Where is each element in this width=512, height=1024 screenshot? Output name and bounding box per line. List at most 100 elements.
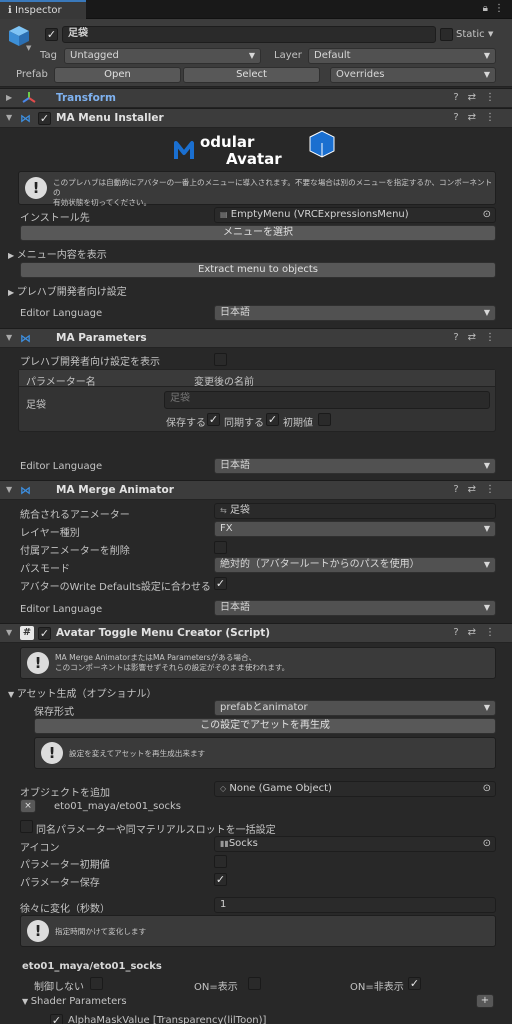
- gradual-help-box: ! 指定時間かけて変化します: [20, 915, 496, 947]
- install-to-field[interactable]: ▤ EmptyMenu (VRCExpressionsMenu) ⊙: [214, 207, 496, 223]
- static-checkbox[interactable]: [440, 28, 453, 41]
- add-shader-param-button[interactable]: +: [476, 994, 494, 1008]
- tag-dropdown[interactable]: Untagged ▼: [64, 48, 261, 64]
- component-header-icons[interactable]: ?⇄⋮: [453, 332, 504, 343]
- save-checkbox[interactable]: ✓: [207, 413, 220, 426]
- info-bang-icon: !: [41, 742, 63, 764]
- save-format-dropdown[interactable]: prefabとanimator ▼: [214, 700, 496, 716]
- prefab-open-button[interactable]: Open: [54, 67, 181, 83]
- prefab-select-button[interactable]: Select: [183, 67, 320, 83]
- on-show-checkbox[interactable]: [248, 977, 261, 990]
- path-mode-label: パスモード: [20, 564, 70, 575]
- col-param-name: パラメーター名: [26, 377, 96, 388]
- batch-label: 同名パラメーターや同マテリアルスロットを一括設定: [36, 825, 276, 836]
- shader-params-foldout[interactable]: ▼ Shader Parameters: [22, 996, 127, 1007]
- object-picker-icon[interactable]: ⊙: [483, 837, 491, 851]
- no-control-label: 制御しない: [34, 982, 84, 993]
- editor-language-dropdown[interactable]: 日本語 ▼: [214, 305, 496, 321]
- gradual-input[interactable]: 1: [214, 897, 496, 913]
- write-defaults-checkbox[interactable]: ✓: [214, 577, 227, 590]
- icon-label: アイコン: [20, 843, 60, 854]
- add-object-label: オブジェクトを追加: [20, 788, 110, 799]
- default-checkbox[interactable]: [318, 413, 331, 426]
- icon-field[interactable]: ▮▮Socks ⊙: [214, 836, 496, 852]
- alpha-mask-label: AlphaMaskValue [Transparency(lilToon)]: [68, 1015, 267, 1024]
- transform-title: Transform: [56, 92, 116, 104]
- logo-bottom: Avatar: [226, 150, 282, 168]
- layer-type-dropdown[interactable]: FX ▼: [214, 521, 496, 537]
- param-save-label: パラメーター保存: [20, 878, 100, 889]
- install-to-label: インストール先: [20, 213, 90, 224]
- menu-installer-help-box: ! このプレハブは自動的にアバターの一番上のメニューに導入されます。不要な場合は…: [18, 171, 496, 207]
- show-menu-contents-foldout[interactable]: ▶ メニュー内容を表示: [8, 246, 107, 261]
- extract-menu-button[interactable]: Extract menu to objects: [20, 262, 496, 278]
- sync-checkbox[interactable]: ✓: [266, 413, 279, 426]
- editor-language-dropdown[interactable]: 日本語 ▼: [214, 600, 496, 616]
- regen-help-box: ! 設定を変えてアセットを再生成出来ます: [34, 737, 496, 769]
- show-dev-settings-checkbox[interactable]: [214, 353, 227, 366]
- component-header-icons[interactable]: ?⇄⋮: [453, 92, 504, 103]
- tag-value: Untagged: [70, 50, 119, 61]
- object-picker-icon[interactable]: ⊙: [483, 208, 491, 222]
- component-header-icons[interactable]: ?⇄⋮: [453, 112, 504, 123]
- tab-inspector[interactable]: ℹ Inspector: [0, 0, 86, 19]
- toggle-creator-enabled-checkbox[interactable]: ✓: [38, 627, 51, 640]
- prefab-dev-settings-foldout[interactable]: ▶ プレハブ開発者向け設定: [8, 283, 127, 298]
- merge-animator-header[interactable]: ▼ ⋈ MA Merge Animator ?⇄⋮: [0, 480, 512, 500]
- no-control-checkbox[interactable]: [90, 977, 103, 990]
- active-checkbox[interactable]: ✓: [45, 28, 58, 41]
- alpha-mask-checkbox[interactable]: ✓: [50, 1014, 63, 1024]
- help-line-1: MA Merge AnimatorまたはMA Parametersがある場合、: [55, 653, 257, 662]
- on-hide-checkbox[interactable]: ✓: [408, 977, 421, 990]
- chevron-down-icon: ▼: [483, 603, 490, 612]
- param-default-checkbox[interactable]: [214, 855, 227, 868]
- editor-language-value: 日本語: [220, 307, 250, 318]
- transform-header[interactable]: ▶ Transform ?⇄⋮: [0, 88, 512, 108]
- select-menu-button[interactable]: メニューを選択: [20, 225, 496, 241]
- editor-language-value: 日本語: [220, 460, 250, 471]
- tab-bar: ℹ Inspector 🔒︎ ⋮: [0, 0, 512, 19]
- show-menu-contents-label: メニュー内容を表示: [16, 250, 107, 261]
- object-name-field[interactable]: 足袋: [62, 26, 436, 43]
- menu-installer-header[interactable]: ▼ ⋈ ✓ MA Menu Installer ?⇄⋮: [0, 108, 512, 128]
- editor-language-dropdown[interactable]: 日本語 ▼: [214, 458, 496, 474]
- texture-icon: ▮▮: [220, 839, 229, 848]
- help-line-2: このコンポーネントは影響せずそれらの設定がそのまま使われます。: [55, 663, 290, 672]
- chevron-down-icon: ▼: [483, 524, 490, 533]
- collapse-arrow-icon: ▼: [6, 628, 13, 637]
- asset-gen-foldout[interactable]: ▼ アセット生成（オプショナル）: [8, 685, 157, 700]
- save-format-value: prefabとanimator: [220, 702, 308, 713]
- object-picker-icon[interactable]: ⊙: [483, 782, 491, 796]
- batch-checkbox[interactable]: [20, 820, 33, 833]
- component-header-icons[interactable]: ?⇄⋮: [453, 627, 504, 638]
- chevron-down-icon: ▼: [248, 51, 255, 60]
- lock-icon[interactable]: 🔒︎: [483, 3, 488, 14]
- parameters-header[interactable]: ▼ ⋈ MA Parameters ?⇄⋮: [0, 328, 512, 348]
- info-bang-icon: !: [27, 652, 49, 674]
- renamed-input[interactable]: 足袋: [164, 391, 490, 409]
- menu-installer-enabled-checkbox[interactable]: ✓: [38, 112, 51, 125]
- param-save-checkbox[interactable]: ✓: [214, 873, 227, 886]
- chevron-down-icon: ▼: [483, 308, 490, 317]
- prefab-overrides-dropdown[interactable]: Overrides ▼: [330, 67, 496, 83]
- add-object-field[interactable]: ◇ None (Game Object) ⊙: [214, 781, 496, 797]
- static-dropdown-icon[interactable]: ▼: [488, 30, 493, 38]
- toggle-creator-header[interactable]: ▼ # ✓ Avatar Toggle Menu Creator (Script…: [0, 623, 512, 643]
- modular-avatar-logo: odular Avatar: [170, 129, 340, 169]
- icon-dropdown-icon[interactable]: ▼: [26, 44, 31, 52]
- delete-attached-checkbox[interactable]: [214, 541, 227, 554]
- editor-language-label: Editor Language: [20, 308, 103, 319]
- expand-arrow-icon: ▶: [6, 93, 13, 102]
- foldout-arrow-icon: ▼: [22, 997, 31, 1006]
- layer-dropdown[interactable]: Default ▼: [308, 48, 496, 64]
- animator-field[interactable]: ⇆ 足袋: [214, 503, 496, 519]
- asset-gen-label: アセット生成（オプショナル）: [16, 689, 157, 700]
- logo-top: odular: [200, 133, 255, 151]
- regenerate-assets-button[interactable]: この設定でアセットを再生成: [34, 718, 496, 734]
- component-header-icons[interactable]: ?⇄⋮: [453, 484, 504, 495]
- path-mode-dropdown[interactable]: 絶対的（アバタールートからのパスを使用） ▼: [214, 557, 496, 573]
- kebab-menu-icon[interactable]: ⋮: [494, 3, 504, 14]
- foldout-arrow-icon: ▶: [8, 288, 17, 297]
- foldout-arrow-icon: ▼: [8, 690, 17, 699]
- remove-object-button[interactable]: ×: [20, 799, 36, 813]
